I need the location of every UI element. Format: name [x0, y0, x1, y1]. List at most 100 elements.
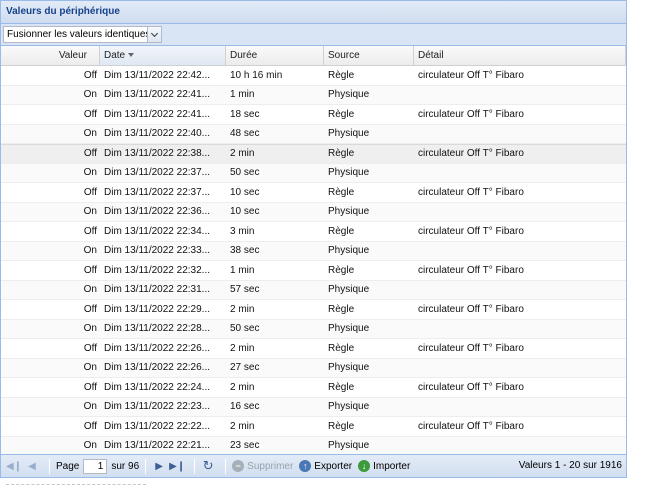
cell-value: Off [83, 225, 97, 237]
delete-icon: − [232, 460, 245, 472]
device-values-panel: Valeurs du périphérique Fusionner les va… [0, 0, 627, 478]
toolbar-separator [145, 458, 147, 474]
cell-duration: 2 min [230, 420, 255, 432]
refresh-icon[interactable]: ↻ [201, 458, 215, 473]
table-row[interactable]: Off Dim 13/11/2022 22:38... 2 min Règle circ… [1, 144, 626, 164]
delete-button-label: Supprimer [247, 460, 294, 472]
cell-duration: 2 min [230, 381, 255, 393]
cell-duration: 1 min [230, 89, 255, 101]
table-row[interactable]: Off Dim 13/11/2022 22:32... 1 min Règle circ… [1, 261, 626, 281]
table-row[interactable]: Off Dim 13/11/2022 22:24... 2 min Règle circ… [1, 378, 626, 398]
merge-values-combo[interactable]: Fusionner les valeurs identiques [3, 26, 162, 43]
cell-duration: 50 sec [230, 167, 260, 179]
cell-source: Physique [328, 401, 370, 413]
cell-source: Physique [328, 440, 370, 452]
cell-duration: 38 sec [230, 245, 260, 257]
grid-header: Valeur Date Durée Source Détail [1, 46, 626, 66]
table-row[interactable]: On Dim 13/11/2022 22:40... 48 sec Physique [1, 124, 626, 144]
table-row[interactable]: Off Dim 13/11/2022 22:41... 18 sec Règle cir… [1, 105, 626, 125]
cell-detail: circulateur Off T° Fibaro [418, 342, 524, 354]
merge-values-combo-text[interactable]: Fusionner les valeurs identiques [4, 27, 147, 42]
cell-source: Physique [328, 167, 370, 179]
prev-page-icon[interactable]: ◀ [25, 459, 39, 473]
cell-date: Dim 13/11/2022 22:38... [104, 148, 210, 160]
table-row[interactable]: On Dim 13/11/2022 22:23... 16 sec Physique [1, 397, 626, 417]
table-row[interactable]: Off Dim 13/11/2022 22:29... 2 min Règle circ… [1, 300, 626, 320]
table-row[interactable]: Off Dim 13/11/2022 22:34... 3 min Règle circ… [1, 222, 626, 242]
cell-date: Dim 13/11/2022 22:37... [104, 186, 210, 198]
toolbar-separator [49, 458, 50, 474]
cell-source: Règle [328, 342, 355, 354]
cell-source: Physique [328, 206, 370, 218]
first-page-icon[interactable]: ◀❙ [6, 459, 22, 473]
table-row[interactable]: On Dim 13/11/2022 22:41... 1 min Physique [1, 85, 626, 105]
toolbar-separator [194, 458, 196, 474]
cell-duration: 57 sec [230, 284, 260, 296]
import-cloud-icon: ↓ [358, 460, 371, 472]
cell-detail: circulateur Off T° Fibaro [418, 69, 524, 81]
cell-duration: 3 min [230, 225, 255, 237]
cell-date: Dim 13/11/2022 22:41... [104, 89, 210, 101]
last-page-icon[interactable]: ▶❙ [169, 459, 185, 473]
cell-source: Règle [328, 108, 355, 120]
column-header-detail[interactable]: Détail [414, 46, 626, 65]
import-button[interactable]: ↓ Importer [358, 460, 410, 472]
table-row[interactable]: On Dim 13/11/2022 22:33... 38 sec Physique [1, 241, 626, 261]
cell-value: Off [83, 420, 97, 432]
cell-source: Physique [328, 245, 370, 257]
table-row[interactable]: On Dim 13/11/2022 22:26... 27 sec Physique [1, 358, 626, 378]
cell-value: Off [83, 108, 97, 120]
column-header-date-label: Date [104, 50, 126, 61]
cell-date: Dim 13/11/2022 22:21... [104, 440, 210, 452]
cell-date: Dim 13/11/2022 22:40... [104, 128, 210, 140]
delete-button[interactable]: − Supprimer [232, 460, 293, 472]
cell-source: Physique [328, 362, 370, 374]
cell-date: Dim 13/11/2022 22:36... [104, 206, 210, 218]
cell-value: Off [83, 148, 97, 160]
cell-value: Off [83, 303, 97, 315]
next-page-icon[interactable]: ▶ [152, 459, 166, 473]
export-cloud-icon: ↑ [299, 460, 312, 472]
cell-duration: 23 sec [230, 440, 260, 452]
table-row[interactable]: On Dim 13/11/2022 22:37... 50 sec Physique [1, 163, 626, 183]
table-row[interactable]: Off Dim 13/11/2022 22:26... 2 min Règle circ… [1, 339, 626, 359]
export-button[interactable]: ↑ Exporter [299, 460, 352, 472]
table-row[interactable]: On Dim 13/11/2022 22:31... 57 sec Physique [1, 280, 626, 300]
page-number-input[interactable]: 1 [83, 458, 108, 474]
cell-duration: 48 sec [230, 128, 260, 140]
cell-value: Off [83, 69, 97, 81]
cell-duration: 2 min [230, 303, 255, 315]
cell-value: Off [83, 264, 97, 276]
cell-date: Dim 13/11/2022 22:42... [104, 69, 210, 81]
cell-value: Off [83, 342, 97, 354]
cell-date: Dim 13/11/2022 22:26... [104, 362, 210, 374]
cell-source: Règle [328, 420, 355, 432]
cell-detail: circulateur Off T° Fibaro [418, 148, 524, 160]
cell-duration: 18 sec [230, 108, 260, 120]
column-header-value[interactable]: Valeur [1, 46, 100, 65]
cell-duration: 50 sec [230, 323, 260, 335]
merge-values-combo-trigger[interactable] [147, 27, 161, 42]
cell-value: On [83, 245, 97, 257]
table-row[interactable]: Off Dim 13/11/2022 22:42... 10 h 16 min Règ… [1, 66, 626, 86]
cell-source: Règle [328, 381, 355, 393]
cell-detail: circulateur Off T° Fibaro [418, 225, 524, 237]
table-row[interactable]: Off Dim 13/11/2022 22:22... 2 min Règle circ… [1, 417, 626, 437]
cell-date: Dim 13/11/2022 22:24... [104, 381, 210, 393]
cell-date: Dim 13/11/2022 22:26... [104, 342, 210, 354]
cell-duration: 2 min [230, 342, 255, 354]
cell-source: Physique [328, 284, 370, 296]
table-row[interactable]: Off Dim 13/11/2022 22:37... 10 sec Règle cir… [1, 183, 626, 203]
column-header-source[interactable]: Source [324, 46, 414, 65]
table-row[interactable]: On Dim 13/11/2022 22:36... 10 sec Physique [1, 202, 626, 222]
cell-source: Règle [328, 186, 355, 198]
cell-value: On [83, 128, 97, 140]
cell-date: Dim 13/11/2022 22:32... [104, 264, 210, 276]
column-header-date[interactable]: Date [100, 46, 226, 65]
table-row[interactable]: On Dim 13/11/2022 22:28... 50 sec Physique [1, 319, 626, 339]
cell-source: Règle [328, 148, 355, 160]
cell-duration: 27 sec [230, 362, 260, 374]
export-button-label: Exporter [314, 460, 353, 472]
cell-value: On [83, 284, 97, 296]
column-header-duration[interactable]: Durée [226, 46, 324, 65]
